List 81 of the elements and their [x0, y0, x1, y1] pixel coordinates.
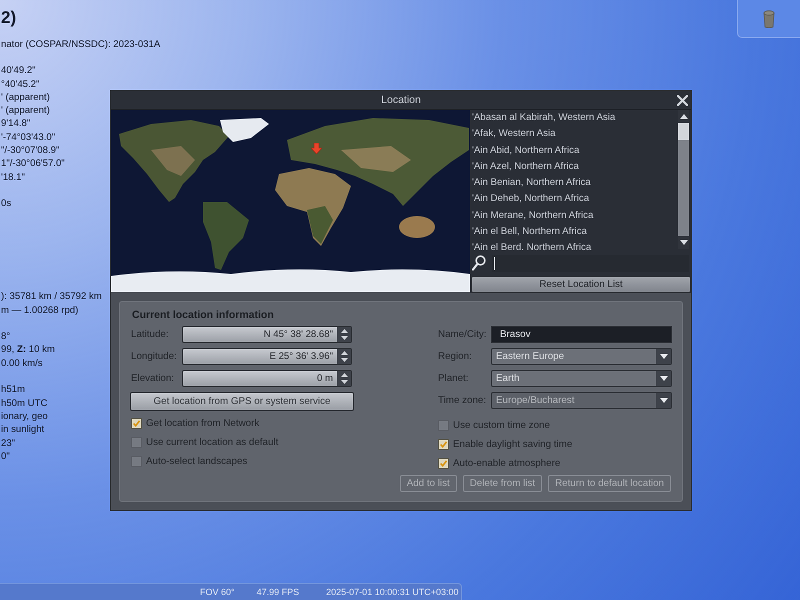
- list-item[interactable]: 'Abasan al Kabirah, Western Asia: [472, 110, 678, 126]
- caret-up-icon[interactable]: [340, 351, 348, 356]
- info-text: in sunlight: [1, 423, 44, 437]
- list-item[interactable]: 'Ain Merane, Northern Africa: [472, 208, 678, 224]
- scroll-down-icon[interactable]: [680, 240, 688, 245]
- info-text: 1"/-30°06'57.0": [1, 157, 65, 171]
- field-label: Time zone:: [438, 395, 488, 406]
- caret-up-icon[interactable]: [340, 373, 348, 378]
- info-text: h50m UTC: [1, 396, 48, 410]
- field-label: Longitude:: [130, 351, 178, 362]
- caret-down-icon[interactable]: [340, 358, 348, 362]
- checkbox-label: Use custom time zone: [453, 420, 550, 431]
- fps-reading: 47.99 FPS: [256, 587, 300, 597]
- checkbox[interactable]: [438, 439, 449, 450]
- close-icon[interactable]: [677, 94, 688, 106]
- dialog-title: Location: [381, 93, 421, 107]
- scrollbar[interactable]: [678, 110, 689, 249]
- checkbox[interactable]: [131, 437, 142, 448]
- dropdown[interactable]: Earth: [491, 370, 672, 387]
- scroll-up-icon[interactable]: [680, 114, 688, 119]
- checkbox[interactable]: [438, 420, 449, 431]
- fov-reading: FOV 60°: [200, 587, 235, 597]
- info-text: 0.00 km/s: [1, 356, 43, 370]
- checkbox-label: Auto-enable atmosphere: [453, 458, 560, 469]
- search-icon: [472, 255, 486, 271]
- dropdown-arrow-icon[interactable]: [660, 376, 668, 381]
- caret-up-icon[interactable]: [340, 329, 348, 334]
- group-title: Current location information: [131, 308, 274, 322]
- field-label: Latitude:: [130, 329, 170, 340]
- list-item[interactable]: 'Ain el Bell, Northern Africa: [472, 224, 678, 240]
- info-text: ' (apparent): [1, 90, 50, 104]
- checkbox[interactable]: [438, 458, 449, 469]
- spin-box[interactable]: E 25° 36' 3.96": [182, 348, 352, 365]
- list-item[interactable]: 'Ain Deheb, Northern Africa: [472, 191, 678, 208]
- object-title: 2): [1, 8, 16, 28]
- gps-button[interactable]: Get location from GPS or system service: [130, 392, 354, 411]
- info-text: 40'49.2": [1, 64, 36, 78]
- info-text: 0s: [1, 197, 12, 210]
- info-text: '-74°03'43.0": [1, 130, 56, 144]
- info-text: 0": [1, 450, 10, 464]
- date-time: 2025-07-01 10:00:31 UTC+03:00: [326, 587, 459, 597]
- scroll-thumb[interactable]: [678, 123, 689, 140]
- dropdown[interactable]: Eastern Europe: [491, 348, 672, 365]
- reset-location-list-button[interactable]: Reset Location List: [471, 276, 691, 293]
- list-item[interactable]: 'Ain Abid, Northern Africa: [472, 142, 678, 159]
- info-text: m — 1.00268 rpd): [1, 304, 78, 317]
- checkbox-label: Use current location as default: [146, 437, 278, 448]
- list-item[interactable]: 'Afak, Western Asia: [472, 126, 678, 143]
- checkbox[interactable]: [131, 456, 142, 467]
- info-text: 23": [1, 436, 16, 450]
- list-item[interactable]: 'Ain Azel, Northern Africa: [472, 158, 678, 176]
- text-field[interactable]: Brasov: [491, 326, 672, 343]
- info-text: 8°: [1, 330, 10, 344]
- checkbox[interactable]: [131, 418, 142, 429]
- info-text: °40'45.2": [1, 78, 40, 91]
- caret-down-icon[interactable]: [340, 336, 348, 340]
- info-text: '18.1": [1, 170, 25, 184]
- search-field[interactable]: [492, 254, 689, 272]
- caret-down-icon[interactable]: [340, 380, 348, 384]
- info-text: ' (apparent): [1, 104, 50, 118]
- info-text: "/-30°07'08.9": [1, 144, 60, 158]
- field-label: Name/City:: [438, 329, 488, 340]
- info-text: nator (COSPAR/NSSDC): 2023-031A: [1, 38, 160, 51]
- info-text: ionary, geo: [1, 410, 48, 424]
- location-marker-icon: [311, 143, 322, 154]
- info-text: 9'14.8": [1, 117, 30, 131]
- dropdown-arrow-icon[interactable]: [660, 354, 668, 359]
- field-label: Planet:: [438, 373, 470, 384]
- list-item[interactable]: 'Ain Benian, Northern Africa: [472, 175, 678, 192]
- checkbox-label: Auto-select landscapes: [146, 456, 248, 467]
- field-label: Elevation:: [130, 373, 176, 384]
- checkbox-label: Enable daylight saving time: [453, 439, 572, 450]
- info-text: ): 35781 km / 35792 km: [1, 290, 102, 304]
- info-text: h51m: [1, 383, 25, 397]
- list-item[interactable]: 'Ain el Berd. Northern Africa: [472, 240, 678, 257]
- spin-box[interactable]: 0 m: [182, 370, 352, 387]
- info-text: 99, Z: 10 km: [1, 343, 55, 357]
- world-map-drawing[interactable]: [111, 110, 470, 292]
- checkbox-label: Get location from Network: [146, 418, 260, 429]
- field-label: Region:: [438, 351, 473, 362]
- spin-box[interactable]: N 45° 38' 28.68": [182, 326, 352, 343]
